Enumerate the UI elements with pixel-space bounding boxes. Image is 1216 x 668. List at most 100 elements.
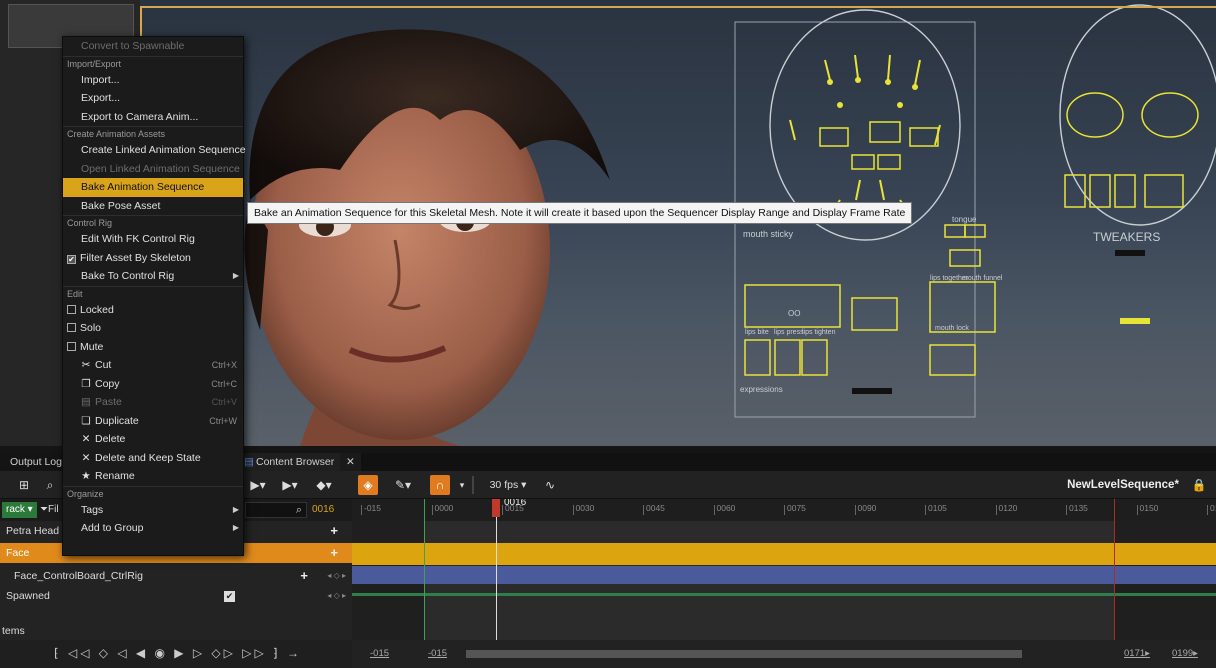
copy-icon: ❐ [81,377,91,390]
menu-item-bake-to-control-rig[interactable]: Bake To Control Rig ▶ [63,267,243,286]
menu-tooltip: Bake an Animation Sequence for this Skel… [247,202,913,224]
add-key-icon[interactable]: + [300,566,308,586]
menu-item-bake-animation-sequence[interactable]: Bake Animation Sequence [63,178,243,197]
content-browser-icon: ▤ [244,456,254,468]
curve-editor-icon[interactable]: ∿ [540,475,560,495]
menu-item-label: Paste [95,396,122,408]
board-label-lips-tighten: lips tighten [802,329,836,336]
current-frame-readout[interactable]: 0016 [312,502,334,518]
add-key-icon[interactable]: + [330,521,338,541]
brush-icon[interactable]: ✎▾ [390,475,416,495]
magnet-icon[interactable]: ∩ [430,475,450,495]
menu-item-mute[interactable]: Mute [63,338,243,357]
menu-item-locked[interactable]: Locked [63,301,243,320]
view-end-readout[interactable]: 0171▸ [1124,648,1150,659]
menu-item-copy[interactable]: ❐ Copy Ctrl+C [63,375,243,394]
duplicate-icon: ❏ [81,414,91,427]
menu-item-label: Cut [95,359,112,371]
menu-item-label: Solo [80,322,102,334]
menu-item-filter-asset-by-skeleton[interactable]: ✔ Filter Asset By Skeleton [63,249,243,268]
menu-item-label: Export to Camera Anim... [81,110,199,123]
menu-item-export-to-camera-anim[interactable]: Export to Camera Anim... [63,108,243,127]
rename-icon: ★ [81,470,91,482]
add-track-icon[interactable]: ⊞ [14,475,34,495]
ruler-tick-label: 0120 [995,503,1018,515]
ruler-tick-label: 0090 [854,503,877,515]
add-track-label: rack [6,504,25,515]
face-track-section[interactable] [352,543,1216,565]
toolbar-divider [472,476,474,494]
menu-item-label: Export... [81,92,121,104]
menu-item-duplicate[interactable]: ❏ Duplicate Ctrl+W [63,412,243,431]
menu-item-label: Locked [80,303,114,316]
timeline-scrollbar[interactable] [466,650,1022,658]
working-end-readout[interactable]: 0199▸ [1172,648,1198,659]
playback-icon[interactable]: ▶▾ [278,475,302,495]
playhead-handle[interactable] [492,499,500,517]
checkbox-icon[interactable] [67,323,76,332]
filter-button[interactable]: ⏷Fil [40,502,59,518]
submenu-arrow-icon: ▶ [232,523,239,532]
key-icon[interactable]: ◆▾ [312,475,336,495]
track-row-spawned[interactable]: Spawned ✔ ◂ ◇ ▸ [0,586,352,606]
spawned-track-section[interactable] [352,593,1216,596]
menu-item-import[interactable]: Import... [63,71,243,90]
menu-item-solo[interactable]: Solo [63,319,243,338]
submenu-arrow-icon: ▶ [232,271,239,280]
delete-icon: ✕ [81,433,91,445]
menu-item-edit-with-fk-control-rig[interactable]: Edit With FK Control Rig [63,230,243,249]
snap-icon[interactable]: ◈ [358,475,378,495]
checkbox-icon[interactable] [67,304,76,314]
ruler-tick-label: 0030 [572,503,595,515]
time-ruler[interactable]: -015 0000 0015 0030 0045 0060 0075 0090 0105 0120… [352,499,1216,521]
menu-item-create-linked-animation-sequence[interactable]: Create Linked Animation Sequence [63,141,246,160]
track-row-control-rig[interactable]: Face_ControlBoard_CtrlRig + ◂ ◇ ▸ [0,566,352,586]
spawned-checkbox[interactable]: ✔ [224,591,235,602]
menu-item-cut[interactable]: ✂ Cut Ctrl+X [63,356,243,375]
menu-item-delete[interactable]: ✕ Delete [63,430,243,449]
menu-item-label: Add to Group [81,522,144,534]
lock-icon[interactable]: 🔒 [1190,475,1208,495]
menu-item-add-to-group[interactable]: Add to Group ▶ [63,519,243,538]
menu-item-paste[interactable]: ▤ Paste Ctrl+V [63,393,243,412]
menu-section-control-rig: Control Rig [63,215,243,230]
menu-item-rename[interactable]: ★ Rename [63,467,243,486]
key-navigation-icon[interactable]: ◂ ◇ ▸ [327,586,346,606]
timeline-range-bar: -015 -015 0171▸ 0199▸ [352,640,1216,668]
search-icon[interactable]: ⌕ [40,475,60,495]
menu-item-export[interactable]: Export... [63,89,243,108]
track-context-menu[interactable]: Convert to Spawnable Import/Export Import.… [62,36,246,556]
add-key-icon[interactable]: + [330,543,338,563]
tab-content-browser[interactable]: ▤ Content Browser [240,453,345,471]
search-input[interactable]: ⌕ [245,502,307,518]
checkbox-icon[interactable]: ✔ [67,254,76,264]
board-label-lips-bite: lips bite [745,329,769,336]
play-options-icon[interactable]: ▶▾ [246,475,270,495]
menu-item-open-linked-animation-sequence[interactable]: Open Linked Animation Sequence [63,160,243,179]
transport-buttons[interactable]: ⁅ ◁◁ ◇ ◁ ◀ ◉ ▶ ▷ ◇▷ ▷▷ ⁆ → [54,646,302,660]
fps-dropdown[interactable]: 30 fps ▾ [486,475,530,495]
filter-icon: ⏷ [40,504,48,515]
menu-section-create-animation-assets: Create Animation Assets [63,126,243,141]
view-start-readout[interactable]: -015 [370,648,389,659]
close-icon[interactable]: ✕ [340,453,361,471]
board-label-tweakers: TWEAKERS [1093,230,1160,244]
magnet-dropdown-icon[interactable]: ▾ [455,475,469,495]
outliner-items-label: tems [2,625,25,637]
playhead-frame-label: 0016 [504,499,527,508]
control-rig-track-section[interactable] [352,566,1216,584]
menu-item-delete-and-keep-state[interactable]: ✕ Delete and Keep State [63,449,243,468]
menu-section-import-export: Import/Export [63,55,243,71]
checkbox-icon[interactable] [67,341,76,351]
working-start-readout[interactable]: -015 [428,648,447,659]
menu-item-convert-to-spawnable[interactable]: Convert to Spawnable [63,37,243,56]
key-navigation-icon[interactable]: ◂ ◇ ▸ [327,566,346,586]
menu-item-label: Duplicate [95,414,139,427]
menu-item-label: Copy [95,377,120,390]
menu-item-bake-pose-asset[interactable]: Bake Pose Asset [63,197,243,216]
playhead-line[interactable] [496,499,497,644]
ruler-tick-label: 0060 [713,503,736,515]
add-track-button[interactable]: rack ▾ [2,502,37,518]
board-label-tongue: tongue [952,215,977,224]
menu-item-tags[interactable]: Tags ▶ [63,501,243,520]
